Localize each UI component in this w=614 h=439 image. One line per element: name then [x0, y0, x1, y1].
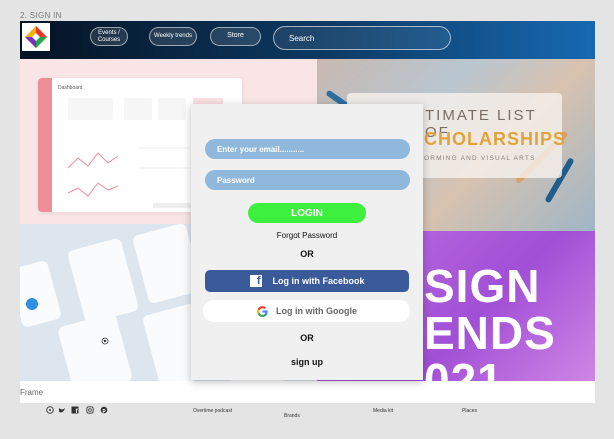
google-icon [257, 305, 268, 317]
facebook-icon: f [249, 275, 262, 287]
top-navbar: Events / Courses Weekly trends Store Sea… [20, 21, 595, 59]
google-login-label: Log in with Google [276, 306, 357, 316]
login-button[interactable]: LOGIN [248, 203, 366, 223]
svg-text:p: p [103, 408, 106, 414]
design-trends-line-2: ENDS [424, 307, 556, 359]
footer [20, 381, 595, 403]
nav-store-button[interactable]: Store [210, 27, 261, 46]
canvas-label: 2. SIGN IN [20, 11, 62, 20]
or-divider-1: OR [300, 249, 314, 259]
facebook-login-button[interactable]: f Log in with Facebook [205, 270, 409, 292]
twitter-icon[interactable] [58, 406, 66, 414]
sign-in-modal: Enter your email........... Password LOG… [191, 104, 423, 380]
or-divider-2: OR [300, 333, 314, 343]
sign-up-link[interactable]: sign up [191, 357, 423, 367]
pinterest-icon[interactable] [46, 406, 54, 414]
footer-link-brands[interactable]: Brands [284, 413, 300, 419]
facebook-login-label: Log in with Facebook [272, 276, 365, 286]
instagram-icon[interactable] [86, 406, 94, 414]
nav-events-courses-button[interactable]: Events / Courses [90, 27, 128, 46]
footer-link-places[interactable]: Places [462, 408, 477, 414]
facebook-icon[interactable]: f [71, 406, 79, 414]
footer-link-media-kit[interactable]: Media kit [373, 408, 393, 414]
password-field[interactable]: Password [205, 170, 410, 190]
nav-weekly-trends-button[interactable]: Weekly trends [149, 27, 197, 46]
logo-icon [25, 26, 47, 48]
design-trends-line-1: SIGN [424, 260, 541, 312]
pinterest-icon[interactable]: p [100, 406, 108, 414]
logo[interactable] [22, 23, 50, 51]
scholarships-line-3: ORMING AND VISUAL ARTS [424, 155, 536, 162]
scholarships-line-2: CHOLARSHIPS [424, 129, 567, 149]
google-login-button[interactable]: Log in with Google [203, 300, 410, 322]
email-field[interactable]: Enter your email........... [205, 139, 410, 159]
search-input[interactable]: Search [273, 26, 451, 50]
forgot-password-link[interactable]: Forgot Password [191, 231, 423, 240]
frame-label: Frame [20, 388, 44, 397]
footer-link-overtime-podcast[interactable]: Overtime podcast [193, 408, 232, 414]
